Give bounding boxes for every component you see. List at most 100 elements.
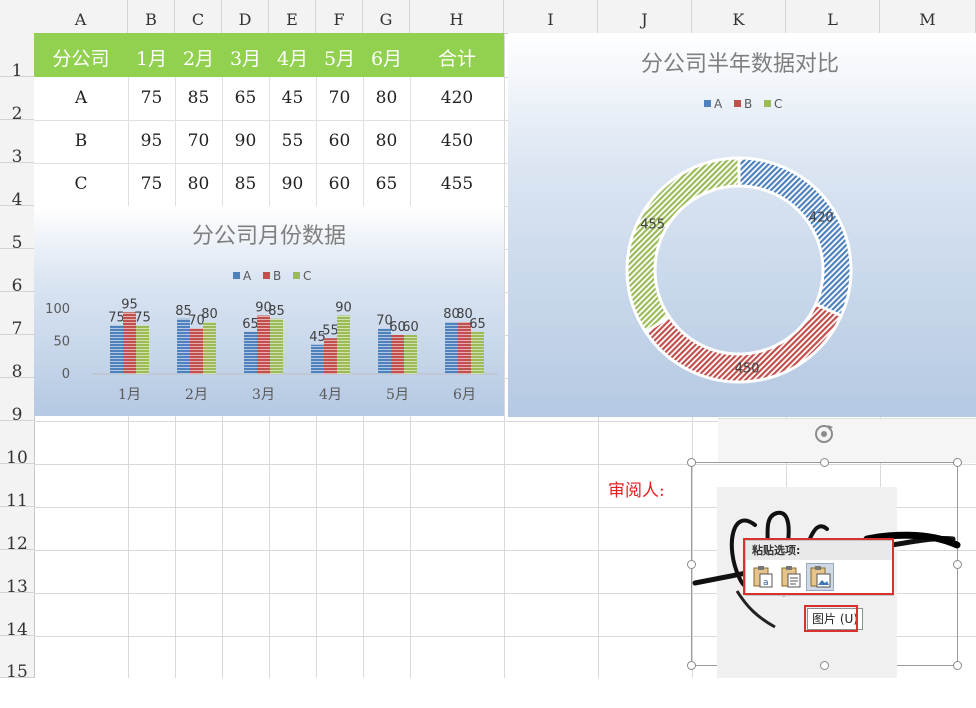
resize-handle-bottom-right[interactable]	[953, 661, 962, 670]
rotate-handle-icon[interactable]	[810, 420, 838, 448]
resize-handle-top-left[interactable]	[687, 458, 696, 467]
table-cell[interactable]: 55	[269, 131, 316, 151]
donut-chart[interactable]: 分公司半年数据对比 A B C 420 450 455	[508, 33, 976, 417]
x-tick-label: 5月	[386, 387, 409, 403]
table-cell[interactable]: 455	[410, 174, 504, 194]
y-tick-label: 100	[45, 302, 70, 317]
table-cell[interactable]: 65	[222, 88, 269, 108]
table-header-cell[interactable]: 2月	[175, 44, 222, 71]
legend-swatch-a	[233, 272, 240, 279]
highlight-tooltip	[804, 605, 858, 632]
x-tick-label: 6月	[453, 387, 476, 403]
bar-data-label: 75	[108, 310, 125, 325]
bar-a-4[interactable]	[311, 344, 324, 374]
bar-c-5[interactable]	[404, 335, 417, 374]
table-header-cell[interactable]: 1月	[128, 44, 175, 71]
table-cell[interactable]: 80	[363, 88, 410, 108]
bar-b-2[interactable]	[190, 328, 203, 375]
table-header-cell[interactable]: 6月	[363, 44, 410, 71]
donut-data-label: 450	[735, 362, 760, 377]
legend-swatch-a	[704, 100, 711, 107]
table-cell[interactable]: 70	[175, 131, 222, 151]
donut-data-label: 455	[640, 218, 665, 233]
bar-data-label: 60	[402, 320, 419, 335]
bar-data-label: 55	[322, 323, 339, 338]
table-cell[interactable]: 75	[128, 174, 175, 194]
table-cell[interactable]: 60	[316, 131, 363, 151]
bar-a-1[interactable]	[110, 325, 123, 374]
table-cell[interactable]: 75	[128, 88, 175, 108]
donut-slice-a[interactable]	[737, 156, 853, 318]
resize-handle-left[interactable]	[687, 560, 696, 569]
table-cell[interactable]: B	[34, 131, 128, 151]
table-header-cell[interactable]: 分公司	[34, 44, 128, 71]
resize-handle-bottom-left[interactable]	[687, 661, 696, 670]
table-header-cell[interactable]: 4月	[269, 44, 316, 71]
bar-a-6[interactable]	[445, 322, 458, 374]
table-cell[interactable]: 450	[410, 131, 504, 151]
table-cell[interactable]: 60	[316, 174, 363, 194]
reviewer-label: 审阅人:	[608, 481, 665, 501]
legend-label-a: A	[714, 97, 723, 111]
table-cell[interactable]: 90	[269, 174, 316, 194]
table-cell[interactable]: 45	[269, 88, 316, 108]
bar-chart-title: 分公司月份数据	[192, 224, 346, 249]
table-cell[interactable]: 80	[175, 174, 222, 194]
table-cell[interactable]: 95	[128, 131, 175, 151]
bar-c-3[interactable]	[270, 318, 283, 374]
donut-chart-plot: 分公司半年数据对比 A B C 420 450 455	[625, 52, 853, 384]
bar-b-3[interactable]	[257, 315, 270, 375]
y-tick-label: 50	[53, 335, 70, 350]
table-cell[interactable]: 85	[175, 88, 222, 108]
x-tick-label: 2月	[185, 387, 208, 403]
legend-swatch-c	[764, 100, 771, 107]
legend-label-b: B	[273, 269, 281, 283]
table-cell[interactable]: 65	[363, 174, 410, 194]
legend-swatch-b	[263, 272, 270, 279]
legend-label-c: C	[774, 97, 782, 111]
y-tick-label: 0	[62, 367, 70, 382]
x-tick-label: 1月	[118, 387, 141, 403]
table-cell[interactable]: 90	[222, 131, 269, 151]
bar-b-4[interactable]	[324, 338, 337, 374]
bar-data-label: 65	[469, 317, 486, 332]
bar-chart-plot: 分公司月份数据A B C1005001月7595752月8570803月659085…	[45, 224, 498, 403]
x-tick-label: 3月	[252, 387, 275, 403]
table-cell[interactable]: A	[34, 88, 128, 108]
table-cell[interactable]: 70	[316, 88, 363, 108]
bar-data-label: 90	[335, 301, 352, 316]
table-cell[interactable]: C	[34, 174, 128, 194]
bar-a-3[interactable]	[244, 331, 257, 374]
bar-c-4[interactable]	[337, 315, 350, 375]
bar-chart[interactable]: 分公司月份数据 A B C 100 50 0 1月 75 95 75 2月 85 70 80 3月 65 90 85…	[34, 206, 504, 416]
resize-handle-bottom[interactable]	[820, 661, 829, 670]
table-header-cell[interactable]: 5月	[316, 44, 363, 71]
legend-label-c: C	[303, 269, 311, 283]
donut-slice-c[interactable]	[625, 156, 741, 335]
donut-data-label: 420	[809, 211, 834, 226]
bar-c-1[interactable]	[136, 325, 149, 374]
table-cell[interactable]: 420	[410, 88, 504, 108]
bar-data-label: 75	[134, 310, 151, 325]
x-tick-label: 4月	[319, 387, 342, 403]
bar-b-5[interactable]	[391, 335, 404, 374]
legend-label-a: A	[243, 269, 252, 283]
sheet-area-shaded	[718, 418, 976, 463]
resize-handle-top-right[interactable]	[953, 458, 962, 467]
bar-c-2[interactable]	[203, 322, 216, 374]
table-cell[interactable]: 85	[222, 174, 269, 194]
bar-data-label: 85	[268, 304, 285, 319]
legend-label-b: B	[744, 97, 752, 111]
bar-data-label: 80	[201, 307, 218, 322]
highlight-paste-options	[743, 538, 894, 595]
bar-a-5[interactable]	[378, 328, 391, 375]
donut-chart-title: 分公司半年数据对比	[641, 52, 839, 77]
bar-data-label: 65	[242, 317, 259, 332]
table-header-cell[interactable]: 合计	[410, 44, 504, 71]
resize-handle-top[interactable]	[820, 458, 829, 467]
bar-c-6[interactable]	[471, 331, 484, 374]
legend-swatch-c	[293, 272, 300, 279]
table-cell[interactable]: 80	[363, 131, 410, 151]
resize-handle-right[interactable]	[953, 560, 962, 569]
table-header-cell[interactable]: 3月	[222, 44, 269, 71]
